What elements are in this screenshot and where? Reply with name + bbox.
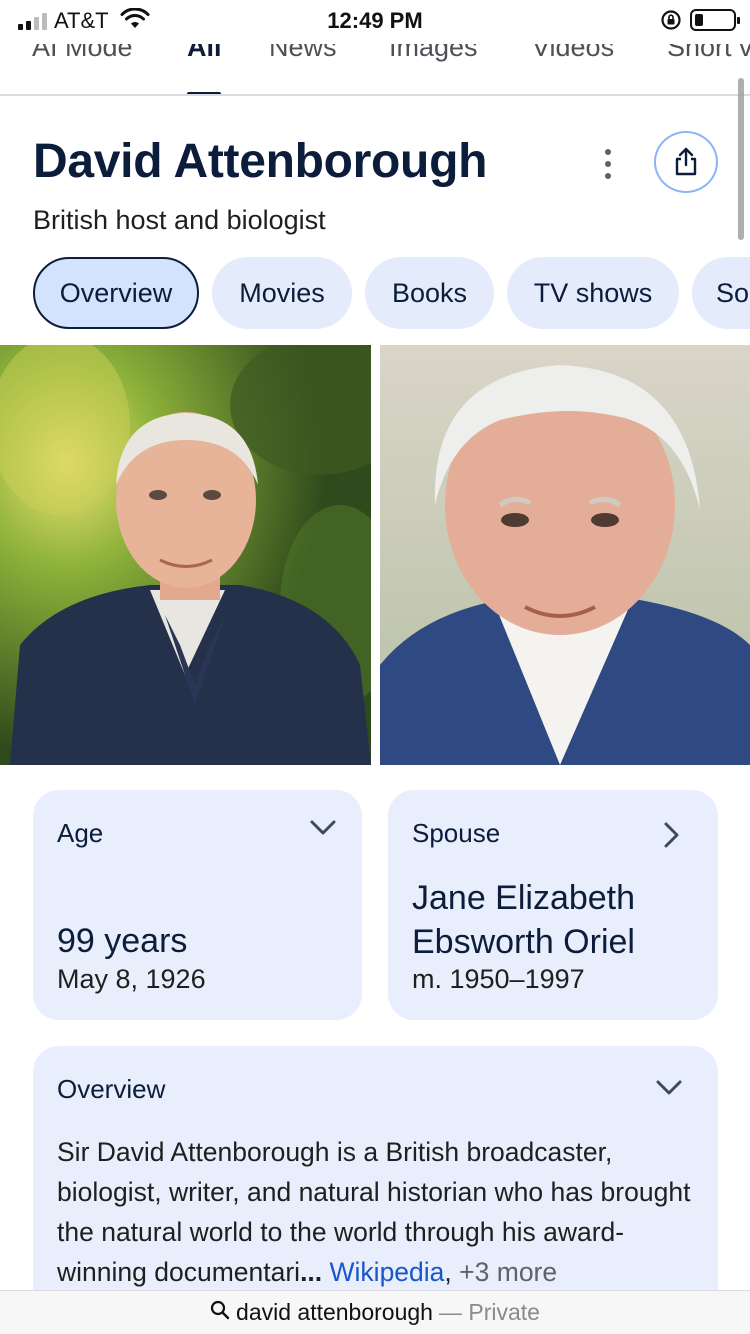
- share-icon: [675, 147, 697, 176]
- status-bar: AT&T 12:49 PM: [0, 0, 750, 44]
- marriage-years: m. 1950–1997: [412, 964, 585, 994]
- overview-ellipsis: ...: [300, 1257, 323, 1287]
- chip-books[interactable]: Books: [365, 257, 494, 329]
- topic-chips: Overview Movies Books TV shows So: [0, 257, 750, 329]
- entity-subtitle: British host and biologist: [33, 205, 326, 235]
- more-options-button[interactable]: [590, 146, 626, 182]
- chip-songs[interactable]: So: [692, 257, 750, 329]
- search-query: david attenborough: [236, 1299, 433, 1325]
- clock: 12:49 PM: [327, 8, 423, 33]
- entity-photo-2[interactable]: [380, 345, 750, 765]
- wikipedia-link[interactable]: Wikipedia: [330, 1257, 445, 1287]
- overview-card[interactable]: Overview Sir David Attenborough is a Bri…: [33, 1046, 718, 1326]
- spouse-card[interactable]: Spouse Jane Elizabeth Ebsworth Oriel m. …: [388, 790, 718, 1020]
- age-label: Age: [57, 818, 104, 848]
- overview-description: Sir David Attenborough is a British broa…: [57, 1132, 707, 1292]
- overview-title: Overview: [57, 1074, 166, 1104]
- spouse-label: Spouse: [412, 818, 501, 848]
- age-value: 99 years: [57, 922, 188, 960]
- chevron-down-icon: [310, 820, 336, 841]
- chip-movies[interactable]: Movies: [212, 257, 352, 329]
- private-mode-label: — Private: [438, 1299, 540, 1325]
- entity-photo-1[interactable]: [0, 345, 371, 765]
- spouse-name[interactable]: Jane Elizabeth Ebsworth Oriel: [412, 876, 702, 964]
- age-card[interactable]: Age 99 years May 8, 1926: [33, 790, 362, 1020]
- more-sources-link[interactable]: +3 more: [459, 1257, 557, 1287]
- chevron-down-icon[interactable]: [656, 1080, 682, 1101]
- chip-tv-shows[interactable]: TV shows: [507, 257, 679, 329]
- chip-overview[interactable]: Overview: [33, 257, 199, 329]
- more-vert-icon: [605, 149, 611, 155]
- source-separator: ,: [444, 1257, 452, 1287]
- entity-title: David Attenborough: [33, 135, 488, 188]
- search-icon: [210, 1299, 230, 1326]
- birth-date: May 8, 1926: [57, 964, 206, 994]
- share-button[interactable]: [654, 131, 718, 193]
- scrollbar[interactable]: [738, 78, 744, 240]
- address-bar[interactable]: david attenborough — Private: [0, 1290, 750, 1334]
- battery-icon: [690, 9, 740, 31]
- rotation-lock-icon: [660, 9, 682, 36]
- chevron-right-icon: [664, 822, 680, 853]
- active-tab-indicator: [187, 92, 221, 94]
